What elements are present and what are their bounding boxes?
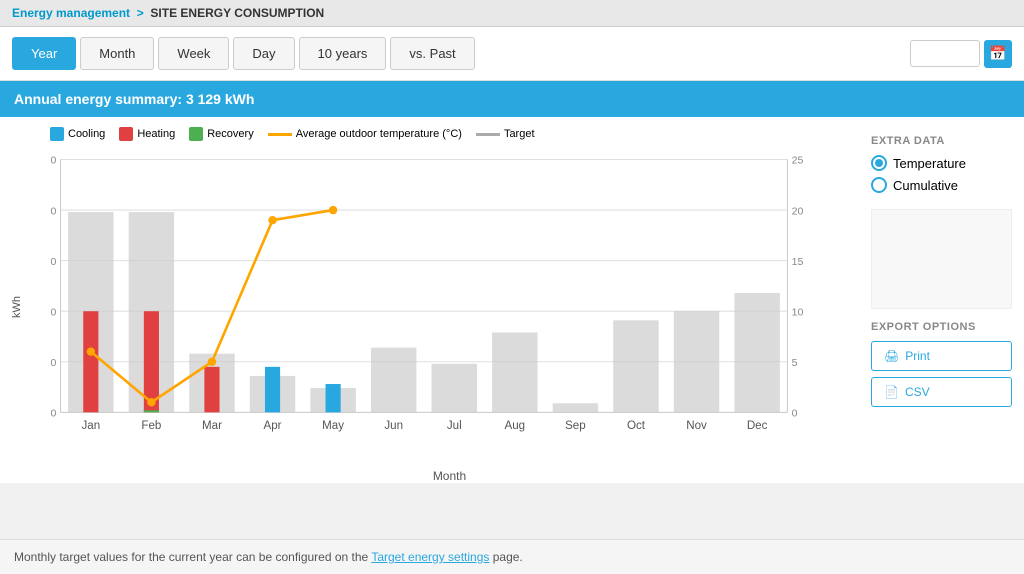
- summary-text: Annual energy summary: 3 129 kWh: [14, 91, 254, 107]
- legend-target-label: Target: [504, 128, 535, 140]
- legend-recovery: Recovery: [189, 127, 253, 141]
- legend-cooling-label: Cooling: [68, 128, 105, 140]
- svg-text:Dec: Dec: [747, 420, 768, 432]
- svg-text:Feb: Feb: [141, 420, 161, 432]
- x-axis-label: Month: [0, 467, 849, 483]
- legend-temperature: Average outdoor temperature (°C): [268, 128, 462, 140]
- legend-recovery-label: Recovery: [207, 128, 253, 140]
- sidebar-chart-placeholder: [871, 209, 1012, 309]
- svg-text:0: 0: [792, 408, 798, 420]
- svg-text:Jan: Jan: [81, 420, 100, 432]
- svg-text:2500: 2500: [50, 155, 56, 167]
- target-line-swatch: [476, 133, 500, 136]
- svg-text:Jun: Jun: [384, 420, 403, 432]
- svg-text:Jul: Jul: [447, 420, 462, 432]
- temperature-line-swatch: [268, 133, 292, 136]
- recovery-color-swatch: [189, 127, 203, 141]
- chart-svg: 0 500 1000 1500 2000 2500 0 5 10 15 20 25 Jan Feb Mar A…: [50, 147, 819, 467]
- legend-heating-label: Heating: [137, 128, 175, 140]
- csv-button[interactable]: 📄 CSV: [871, 377, 1012, 407]
- chart-legend: Cooling Heating Recovery Average outdoor…: [0, 127, 849, 147]
- top-bar: Energy management > SITE ENERGY CONSUMPT…: [0, 0, 1024, 27]
- chart-section: Cooling Heating Recovery Average outdoor…: [0, 117, 1024, 483]
- year-input[interactable]: 2018: [910, 40, 980, 67]
- tab-vspast[interactable]: vs. Past: [390, 37, 474, 70]
- breadcrumb-parent: Energy management: [12, 6, 130, 20]
- svg-text:May: May: [322, 420, 344, 432]
- calendar-icon[interactable]: 📅: [984, 40, 1012, 68]
- extra-data-options: Temperature Cumulative: [871, 155, 1012, 193]
- legend-target: Target: [476, 128, 535, 140]
- radio-cumulative-dot: [871, 177, 887, 193]
- tab-year[interactable]: Year: [12, 37, 76, 70]
- svg-text:15: 15: [792, 256, 804, 268]
- print-button[interactable]: 🖨 Print: [871, 341, 1012, 371]
- svg-text:500: 500: [50, 357, 56, 369]
- chart-area: Cooling Heating Recovery Average outdoor…: [0, 127, 859, 483]
- summary-bar: Annual energy summary: 3 129 kWh: [0, 81, 1024, 117]
- print-icon: 🖨: [884, 349, 899, 363]
- extra-data-title: EXTRA DATA: [871, 135, 1012, 147]
- radio-temperature-dot: [871, 155, 887, 171]
- heating-color-swatch: [119, 127, 133, 141]
- svg-text:1500: 1500: [50, 256, 56, 268]
- radio-temperature[interactable]: Temperature: [871, 155, 1012, 171]
- legend-heating: Heating: [119, 127, 175, 141]
- radio-cumulative-label: Cumulative: [893, 178, 958, 193]
- legend-temperature-label: Average outdoor temperature (°C): [296, 128, 462, 140]
- breadcrumb-current: SITE ENERGY CONSUMPTION: [150, 6, 324, 20]
- print-label: Print: [905, 349, 930, 363]
- svg-text:5: 5: [792, 357, 798, 369]
- export-options: 🖨 Print 📄 CSV: [871, 341, 1012, 407]
- legend-cooling: Cooling: [50, 127, 105, 141]
- csv-label: CSV: [905, 385, 930, 399]
- chart-wrapper: kWh 0 500 1000 1500 2000 2500 0 5 10 15 20 25 Jan Feb…: [0, 147, 849, 467]
- year-input-group: 2018 📅: [910, 40, 1012, 68]
- svg-text:Oct: Oct: [627, 420, 646, 432]
- sidebar: EXTRA DATA Temperature Cumulative EXPORT…: [859, 127, 1024, 483]
- svg-text:2000: 2000: [50, 205, 56, 217]
- svg-text:10: 10: [792, 306, 804, 318]
- footer-link[interactable]: Target energy settings: [371, 550, 489, 564]
- svg-text:1000: 1000: [50, 306, 56, 318]
- svg-text:Nov: Nov: [686, 420, 707, 432]
- tab-month[interactable]: Month: [80, 37, 154, 70]
- svg-text:Sep: Sep: [565, 420, 586, 432]
- export-options-title: EXPORT OPTIONS: [871, 321, 1012, 333]
- footer-text-before: Monthly target values for the current ye…: [14, 550, 371, 564]
- breadcrumb-separator: >: [137, 6, 144, 20]
- svg-text:Mar: Mar: [202, 420, 222, 432]
- y-axis-label: kWh: [11, 296, 23, 318]
- radio-temperature-label: Temperature: [893, 156, 966, 171]
- radio-cumulative[interactable]: Cumulative: [871, 177, 1012, 193]
- svg-text:Apr: Apr: [264, 420, 282, 432]
- footer-bar: Monthly target values for the current ye…: [0, 539, 1024, 574]
- svg-text:25: 25: [792, 155, 804, 167]
- footer-text-after: page.: [489, 550, 522, 564]
- svg-text:20: 20: [792, 205, 804, 217]
- svg-text:0: 0: [50, 408, 56, 420]
- csv-icon: 📄: [884, 385, 899, 399]
- tab-week[interactable]: Week: [158, 37, 229, 70]
- tab-bar: Year Month Week Day 10 years vs. Past 20…: [0, 27, 1024, 81]
- cooling-color-swatch: [50, 127, 64, 141]
- tab-10years[interactable]: 10 years: [299, 37, 387, 70]
- tab-day[interactable]: Day: [233, 37, 294, 70]
- svg-text:Aug: Aug: [505, 420, 526, 432]
